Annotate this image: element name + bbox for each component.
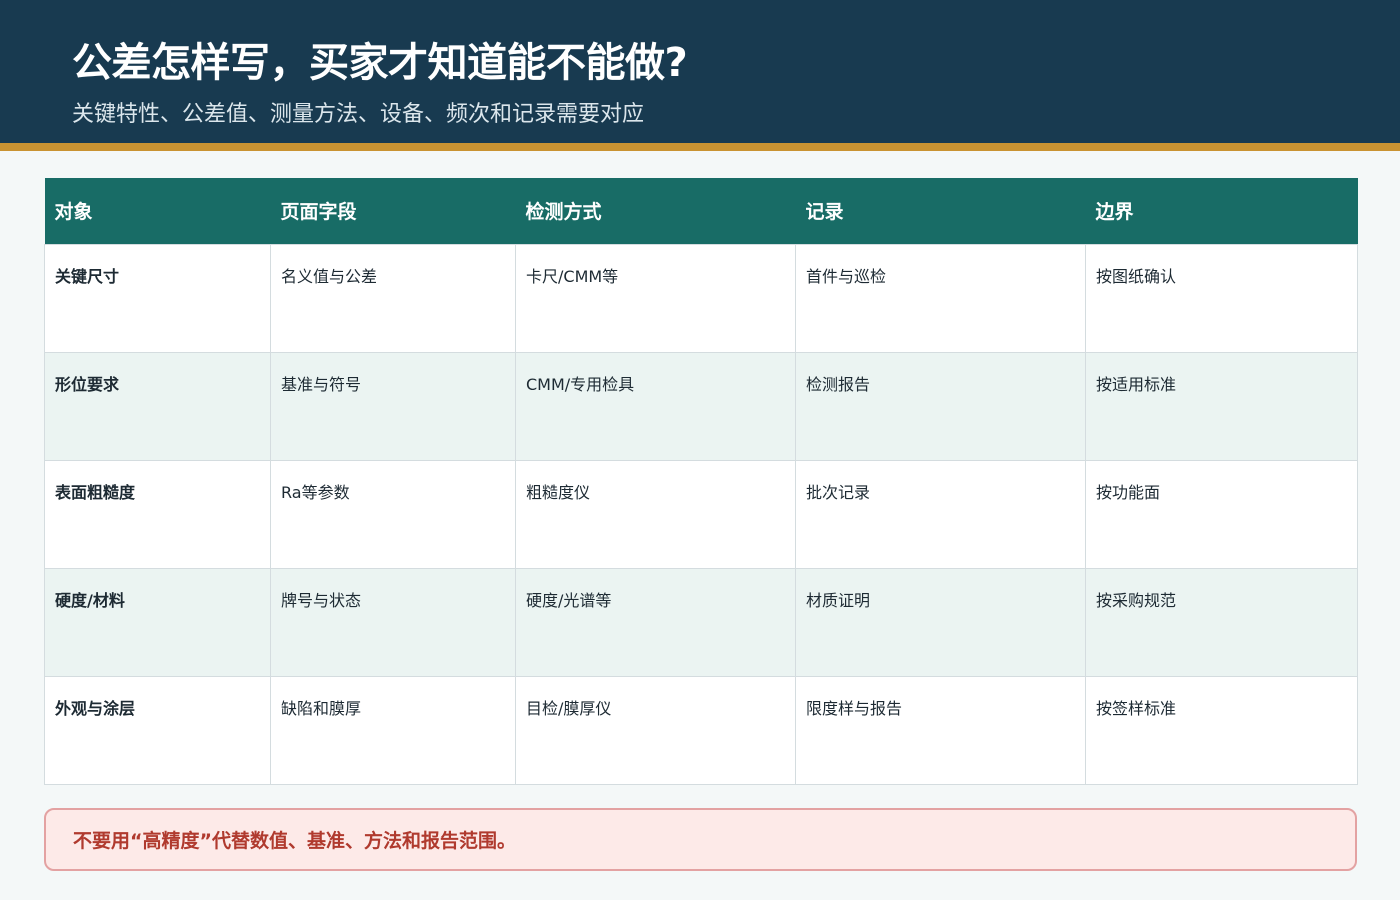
- table-row: 外观与涂层 缺陷和膜厚 目检/膜厚仪 限度样与报告 按签样标准: [44, 675, 1358, 785]
- table-cell: 按签样标准: [1085, 675, 1358, 785]
- table-cell: 缺陷和膜厚: [270, 675, 516, 785]
- page-subtitle: 关键特性、公差值、测量方法、设备、频次和记录需要对应: [72, 102, 645, 127]
- table-cell: CMM/专用检具: [515, 351, 796, 461]
- table-cell: 牌号与状态: [270, 567, 516, 677]
- table-cell-object: 外观与涂层: [44, 675, 271, 785]
- column-header-record: 记录: [795, 178, 1086, 244]
- table-header-row: 对象 页面字段 检测方式 记录 边界: [44, 178, 1358, 244]
- tolerance-table: 对象 页面字段 检测方式 记录 边界 关键尺寸 名义值与公差 卡尺/CMM等 首…: [44, 178, 1358, 785]
- table-cell: 硬度/光谱等: [515, 567, 796, 677]
- table-cell: 按图纸确认: [1085, 243, 1358, 353]
- table-cell-object: 表面粗糙度: [44, 459, 271, 569]
- table-cell: 首件与巡检: [795, 243, 1086, 353]
- table-cell: 限度样与报告: [795, 675, 1086, 785]
- page-title: 公差怎样写，买家才知道能不能做?: [72, 40, 688, 86]
- table-cell-object: 关键尺寸: [44, 243, 271, 353]
- table-cell: Ra等参数: [270, 459, 516, 569]
- table-cell-object: 硬度/材料: [44, 567, 271, 677]
- table-cell: 材质证明: [795, 567, 1086, 677]
- table-row: 硬度/材料 牌号与状态 硬度/光谱等 材质证明 按采购规范: [44, 567, 1358, 677]
- table-row: 表面粗糙度 Ra等参数 粗糙度仪 批次记录 按功能面: [44, 459, 1358, 569]
- table-cell: 按适用标准: [1085, 351, 1358, 461]
- table-cell: 目检/膜厚仪: [515, 675, 796, 785]
- warning-note: 不要用“高精度”代替数值、基准、方法和报告范围。: [44, 808, 1357, 871]
- table-cell: 按采购规范: [1085, 567, 1358, 677]
- table-cell: 基准与符号: [270, 351, 516, 461]
- table-row: 形位要求 基准与符号 CMM/专用检具 检测报告 按适用标准: [44, 351, 1358, 461]
- column-header-object: 对象: [44, 178, 271, 244]
- column-header-boundary: 边界: [1085, 178, 1358, 244]
- table-cell: 批次记录: [795, 459, 1086, 569]
- table-cell: 检测报告: [795, 351, 1086, 461]
- table-cell: 按功能面: [1085, 459, 1358, 569]
- table-cell: 卡尺/CMM等: [515, 243, 796, 353]
- header-accent-bar: [0, 143, 1400, 151]
- table-cell: 名义值与公差: [270, 243, 516, 353]
- table-row: 关键尺寸 名义值与公差 卡尺/CMM等 首件与巡检 按图纸确认: [44, 243, 1358, 353]
- table-cell-object: 形位要求: [44, 351, 271, 461]
- column-header-inspection-method: 检测方式: [515, 178, 796, 244]
- page-header: 公差怎样写，买家才知道能不能做? 关键特性、公差值、测量方法、设备、频次和记录需…: [0, 0, 1400, 143]
- column-header-page-field: 页面字段: [270, 178, 516, 244]
- table-cell: 粗糙度仪: [515, 459, 796, 569]
- warning-note-text: 不要用“高精度”代替数值、基准、方法和报告范围。: [73, 830, 516, 852]
